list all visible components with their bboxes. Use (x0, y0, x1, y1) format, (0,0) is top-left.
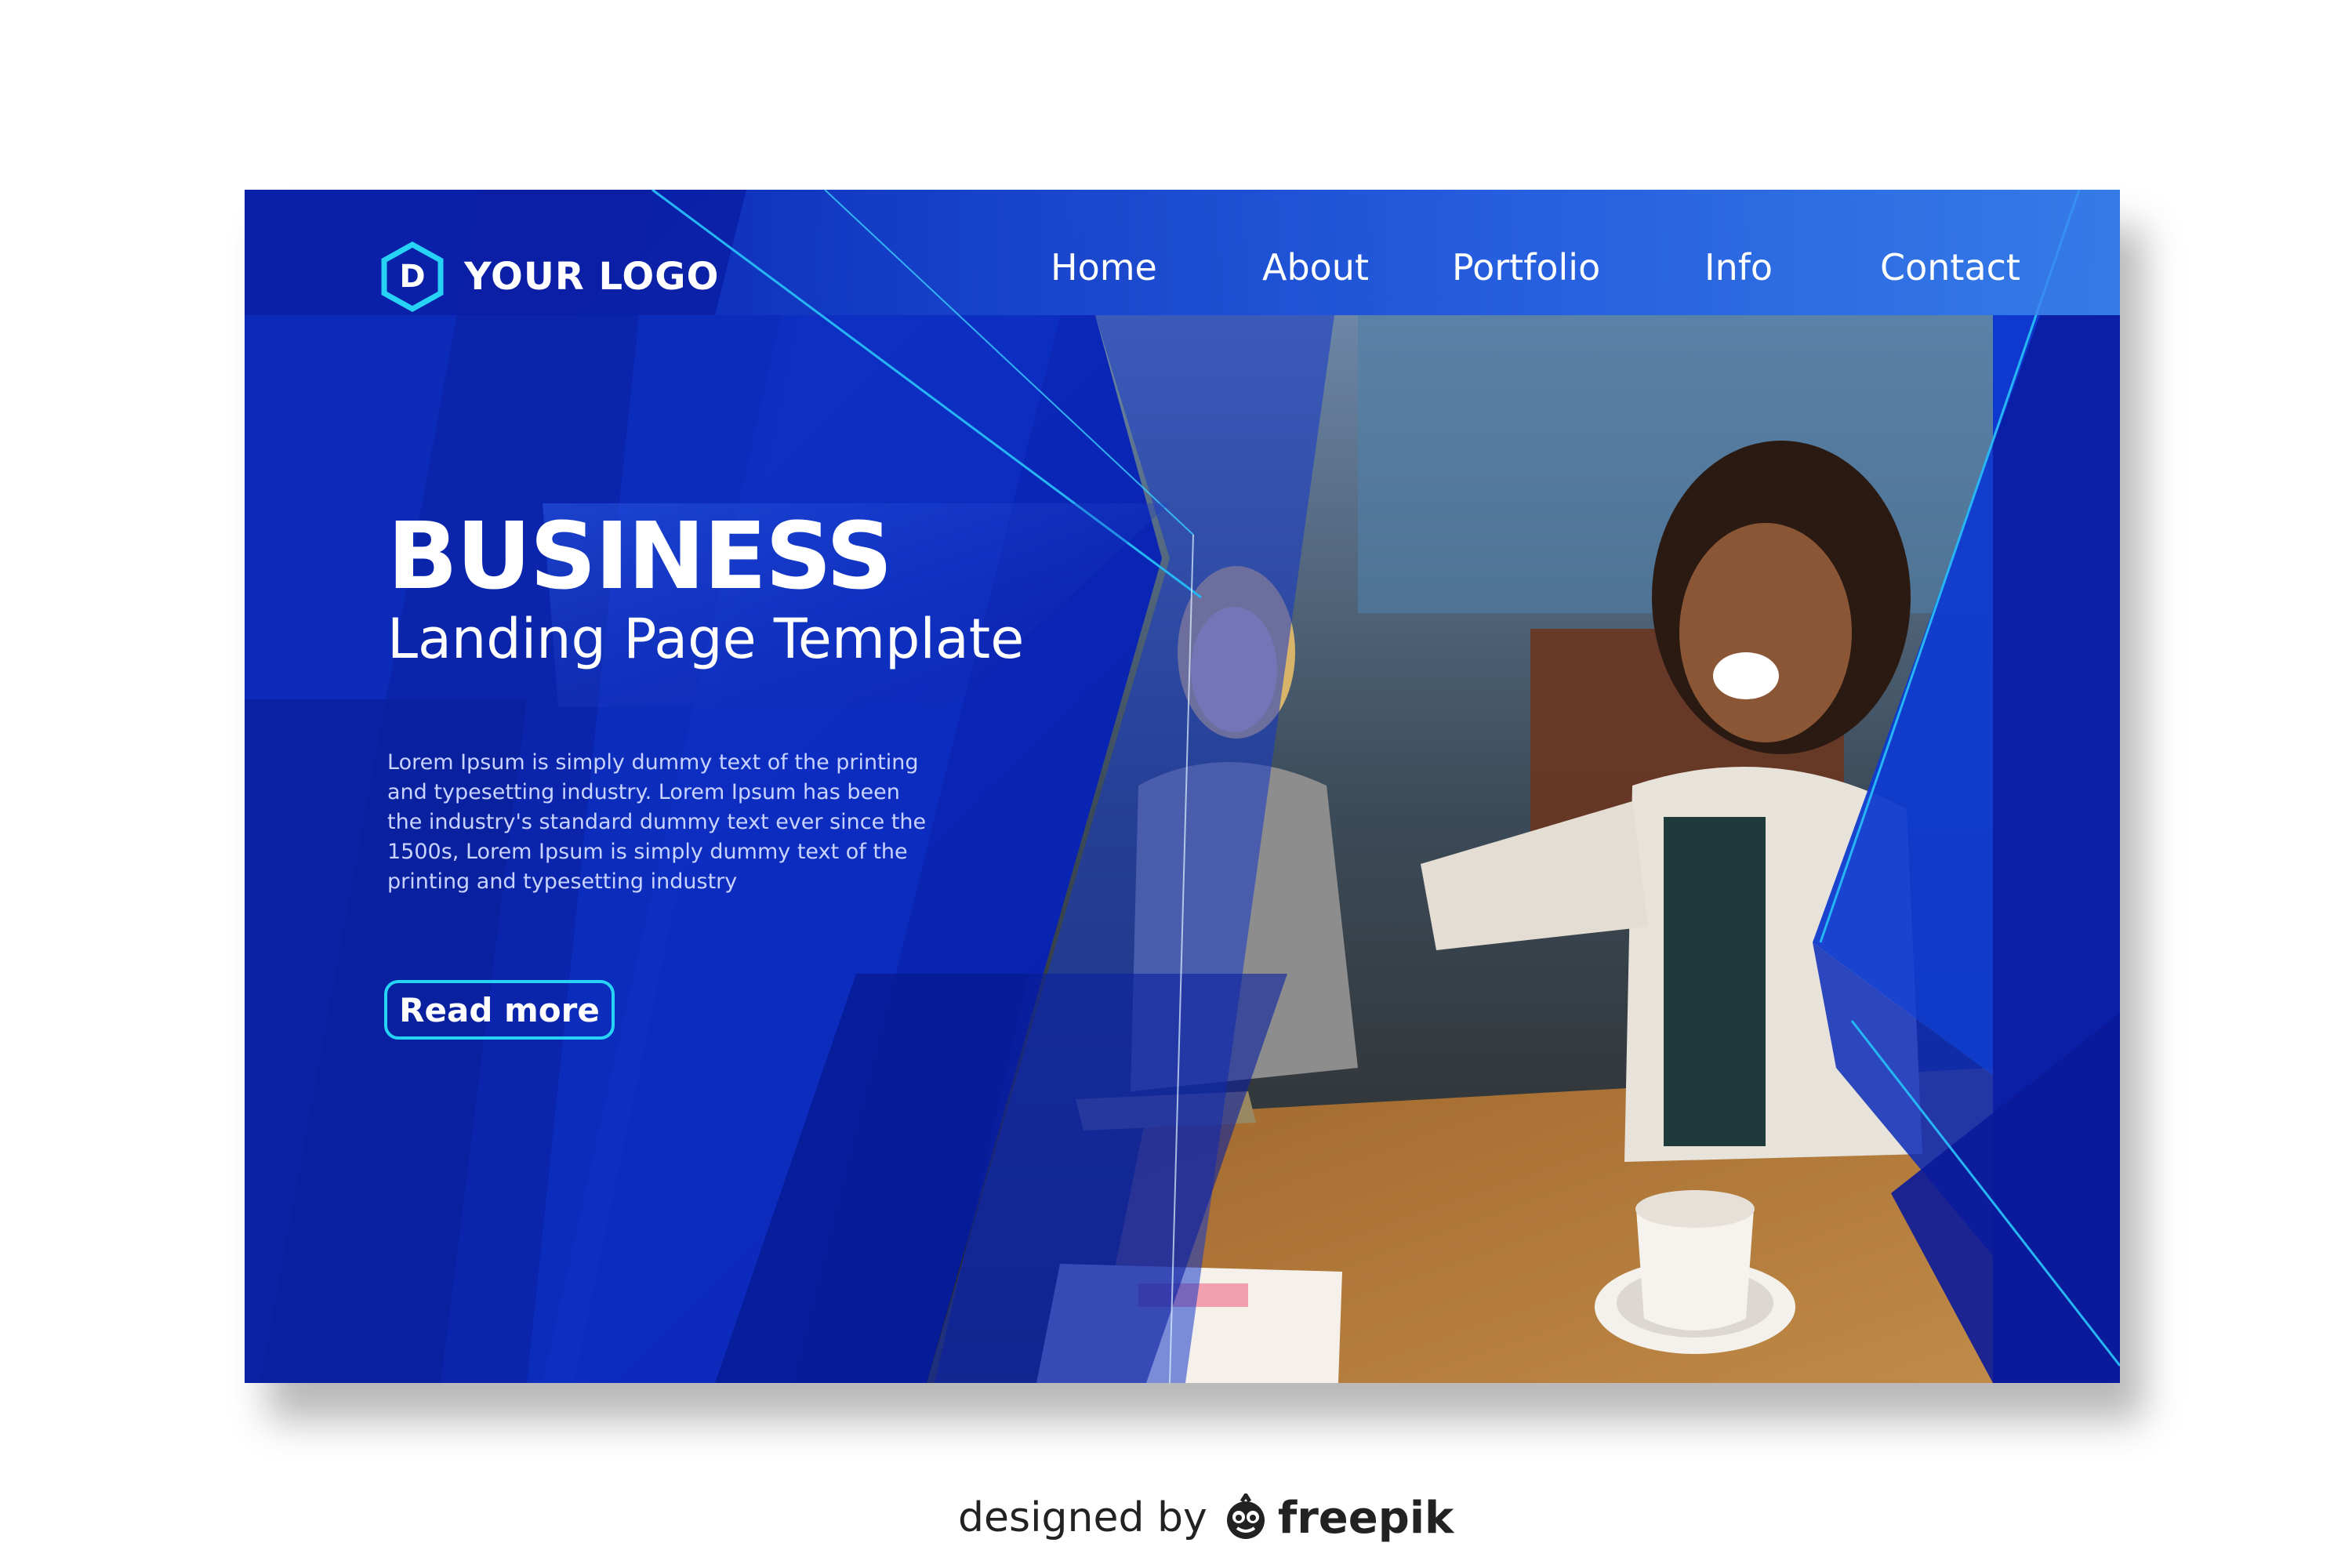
nav-contact[interactable]: Contact (1880, 246, 2020, 289)
designer-credit[interactable]: designed by freepik (958, 1486, 1454, 1549)
hero-body-text: Lorem Ipsum is simply dummy text of the … (387, 750, 927, 894)
credit-brand: freepik (1277, 1492, 1454, 1544)
hero-subtitle: Landing Page Template (387, 607, 1025, 671)
main-nav: Home About Portfolio Info Contact (245, 246, 2120, 301)
nav-info[interactable]: Info (1704, 246, 1773, 289)
freepik-mascot-icon (1226, 1494, 1265, 1539)
nav-portfolio[interactable]: Portfolio (1452, 246, 1600, 289)
read-more-button[interactable]: Read more (384, 980, 615, 1040)
nav-about[interactable]: About (1262, 246, 1369, 289)
landing-page-card: D YOUR LOGO Home About Portfolio Info Co… (245, 190, 2120, 1383)
credit-prefix: designed by (958, 1494, 1207, 1541)
hero-title: BUSINESS (387, 502, 893, 610)
nav-home[interactable]: Home (1051, 246, 1157, 289)
